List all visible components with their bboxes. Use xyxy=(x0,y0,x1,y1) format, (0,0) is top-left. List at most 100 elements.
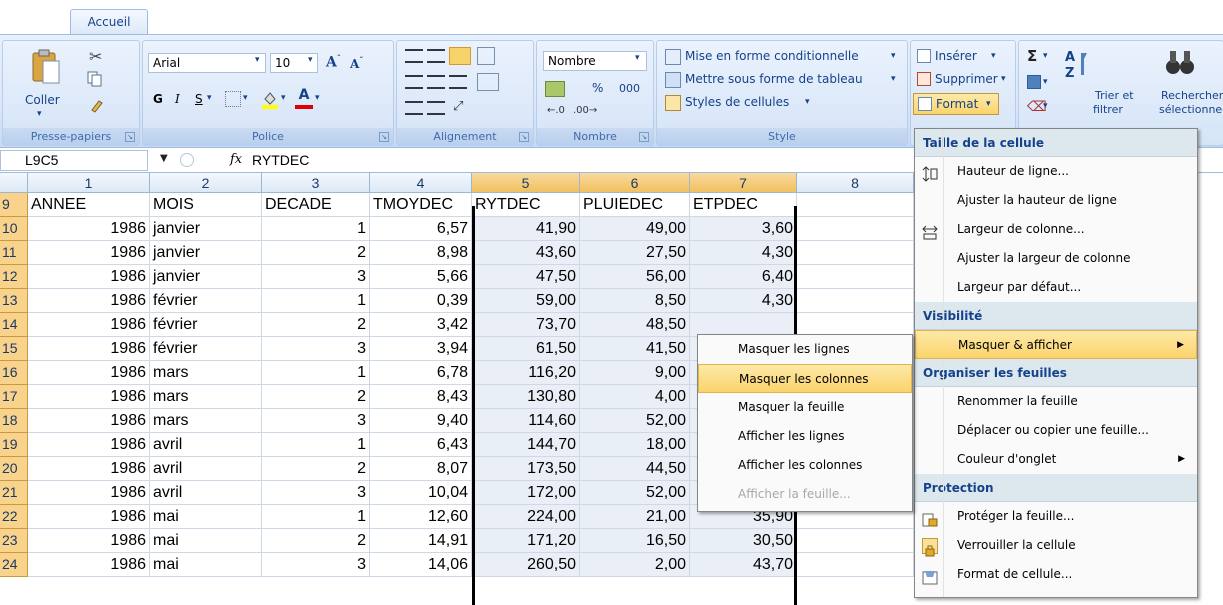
conditional-format-icon[interactable] xyxy=(665,49,681,65)
menu-item-default-width[interactable]: Largeur par défaut... xyxy=(915,273,1197,302)
format-as-table-dropdown-icon[interactable]: ▾ xyxy=(891,74,896,84)
font-color-dropdown-icon[interactable]: ▾ xyxy=(315,93,320,103)
find-select-label-1[interactable]: Rechercher et xyxy=(1161,89,1223,102)
copy-icon[interactable] xyxy=(87,71,103,87)
menu-item-autofit-col[interactable]: Ajuster la largeur de colonne xyxy=(915,244,1197,273)
row-header[interactable]: 10 xyxy=(0,217,28,241)
table-cell[interactable]: 1 xyxy=(262,217,370,241)
menu-item-lock-cell[interactable]: Verrouiller la cellule xyxy=(915,531,1197,560)
row-header[interactable]: 20 xyxy=(0,457,28,481)
table-cell[interactable]: 2 xyxy=(262,385,370,409)
column-header[interactable]: 7 xyxy=(690,173,797,193)
table-cell[interactable]: 2,00 xyxy=(580,553,690,577)
table-cell[interactable]: 1 xyxy=(262,433,370,457)
table-cell[interactable]: 52,00 xyxy=(580,481,690,505)
table-cell[interactable]: 41,90 xyxy=(472,217,580,241)
table-cell[interactable]: 12,60 xyxy=(370,505,472,529)
submenu-show-rows[interactable]: Afficher les lignes xyxy=(698,422,912,451)
table-cell[interactable]: 1986 xyxy=(28,481,150,505)
conditional-format-button[interactable]: Mise en forme conditionnelle xyxy=(685,49,859,63)
tab-accueil[interactable]: Accueil xyxy=(70,9,148,35)
cell-styles-icon[interactable] xyxy=(665,95,681,111)
table-cell[interactable]: avril xyxy=(150,457,262,481)
cut-icon[interactable]: ✂ xyxy=(89,47,102,66)
format-button[interactable]: Format xyxy=(936,97,978,111)
alignment-launcher-icon[interactable]: ↘ xyxy=(519,132,529,142)
table-cell[interactable]: 47,50 xyxy=(472,265,580,289)
table-cell[interactable]: 1986 xyxy=(28,313,150,337)
table-cell[interactable]: TMOYDEC xyxy=(370,193,472,217)
table-cell[interactable]: 52,00 xyxy=(580,409,690,433)
table-cell[interactable]: 6,43 xyxy=(370,433,472,457)
table-cell[interactable]: 1 xyxy=(262,289,370,313)
table-cell[interactable] xyxy=(797,289,914,313)
sort-filter-icon[interactable]: AZ xyxy=(1063,47,1089,81)
table-cell[interactable]: 130,80 xyxy=(472,385,580,409)
table-cell[interactable]: février xyxy=(150,313,262,337)
name-box-dropdown-icon[interactable]: ▼ xyxy=(160,153,168,164)
column-header[interactable]: 1 xyxy=(28,173,150,193)
bold-button[interactable]: G xyxy=(153,92,163,106)
table-cell[interactable]: 1986 xyxy=(28,529,150,553)
row-header[interactable]: 16 xyxy=(0,361,28,385)
row-header[interactable]: 24 xyxy=(0,553,28,577)
table-cell[interactable] xyxy=(797,265,914,289)
format-as-table-button[interactable]: Mettre sous forme de tableau xyxy=(685,72,863,86)
table-cell[interactable]: 14,06 xyxy=(370,553,472,577)
column-header[interactable]: 4 xyxy=(370,173,472,193)
row-header[interactable]: 11 xyxy=(0,241,28,265)
table-cell[interactable]: 2 xyxy=(262,529,370,553)
table-cell[interactable]: 260,50 xyxy=(472,553,580,577)
menu-item-autofit-row[interactable]: Ajuster la hauteur de ligne xyxy=(915,186,1197,215)
table-cell[interactable]: 3 xyxy=(262,337,370,361)
decrease-decimal-icon[interactable]: .00→ xyxy=(573,105,597,116)
submenu-show-cols[interactable]: Afficher les colonnes xyxy=(698,451,912,480)
table-cell[interactable]: 1986 xyxy=(28,385,150,409)
table-cell[interactable]: 1986 xyxy=(28,361,150,385)
table-cell[interactable]: 8,07 xyxy=(370,457,472,481)
table-cell[interactable]: 1986 xyxy=(28,241,150,265)
table-cell[interactable]: 30,50 xyxy=(690,529,797,553)
table-cell[interactable]: 3 xyxy=(262,409,370,433)
cell-styles-button[interactable]: Styles de cellules xyxy=(685,95,789,109)
table-cell[interactable]: 18,00 xyxy=(580,433,690,457)
table-cell[interactable]: 61,50 xyxy=(472,337,580,361)
decrease-indent-icon[interactable] xyxy=(405,101,423,115)
table-cell[interactable]: 1 xyxy=(262,361,370,385)
row-header[interactable]: 9 xyxy=(0,193,28,217)
increase-indent-icon[interactable] xyxy=(427,101,445,115)
table-cell[interactable]: 27,50 xyxy=(580,241,690,265)
table-cell[interactable]: 48,50 xyxy=(580,313,690,337)
table-cell[interactable]: 5,66 xyxy=(370,265,472,289)
merge-center-icon[interactable] xyxy=(477,73,499,91)
format-as-table-icon[interactable] xyxy=(665,72,681,88)
row-header[interactable]: 22 xyxy=(0,505,28,529)
row-header[interactable]: 19 xyxy=(0,433,28,457)
grow-font-icon[interactable]: Aˆ xyxy=(326,53,341,71)
align-right-icon[interactable] xyxy=(449,75,467,89)
font-color-icon[interactable]: A xyxy=(295,87,313,109)
table-cell[interactable]: 8,98 xyxy=(370,241,472,265)
fill-color-dropdown-icon[interactable]: ▾ xyxy=(281,93,286,103)
table-cell[interactable]: mai xyxy=(150,553,262,577)
table-cell[interactable]: mars xyxy=(150,361,262,385)
number-format-dropdown-icon[interactable]: ▾ xyxy=(635,53,640,63)
row-header[interactable]: 13 xyxy=(0,289,28,313)
menu-item-tab-color[interactable]: Couleur d'onglet ▶ xyxy=(915,445,1197,474)
number-format-select[interactable]: Nombre xyxy=(543,51,647,71)
table-cell[interactable]: 3,60 xyxy=(690,217,797,241)
table-cell[interactable]: PLUIEDEC xyxy=(580,193,690,217)
sort-filter-label-1[interactable]: Trier et xyxy=(1095,89,1134,102)
table-cell[interactable]: 16,50 xyxy=(580,529,690,553)
table-cell[interactable]: 6,40 xyxy=(690,265,797,289)
increase-decimal-icon[interactable]: ←.0 xyxy=(547,105,565,116)
conditional-format-dropdown-icon[interactable]: ▾ xyxy=(891,51,896,61)
underline-button[interactable]: S xyxy=(195,92,203,106)
table-cell[interactable]: mai xyxy=(150,505,262,529)
column-header[interactable]: 6 xyxy=(580,173,690,193)
format-painter-icon[interactable] xyxy=(89,97,105,113)
thousands-button[interactable]: 000 xyxy=(619,82,640,95)
italic-button[interactable]: I xyxy=(175,92,180,106)
borders-dropdown-icon[interactable]: ▾ xyxy=(243,93,248,103)
underline-dropdown-icon[interactable]: ▾ xyxy=(207,93,212,103)
